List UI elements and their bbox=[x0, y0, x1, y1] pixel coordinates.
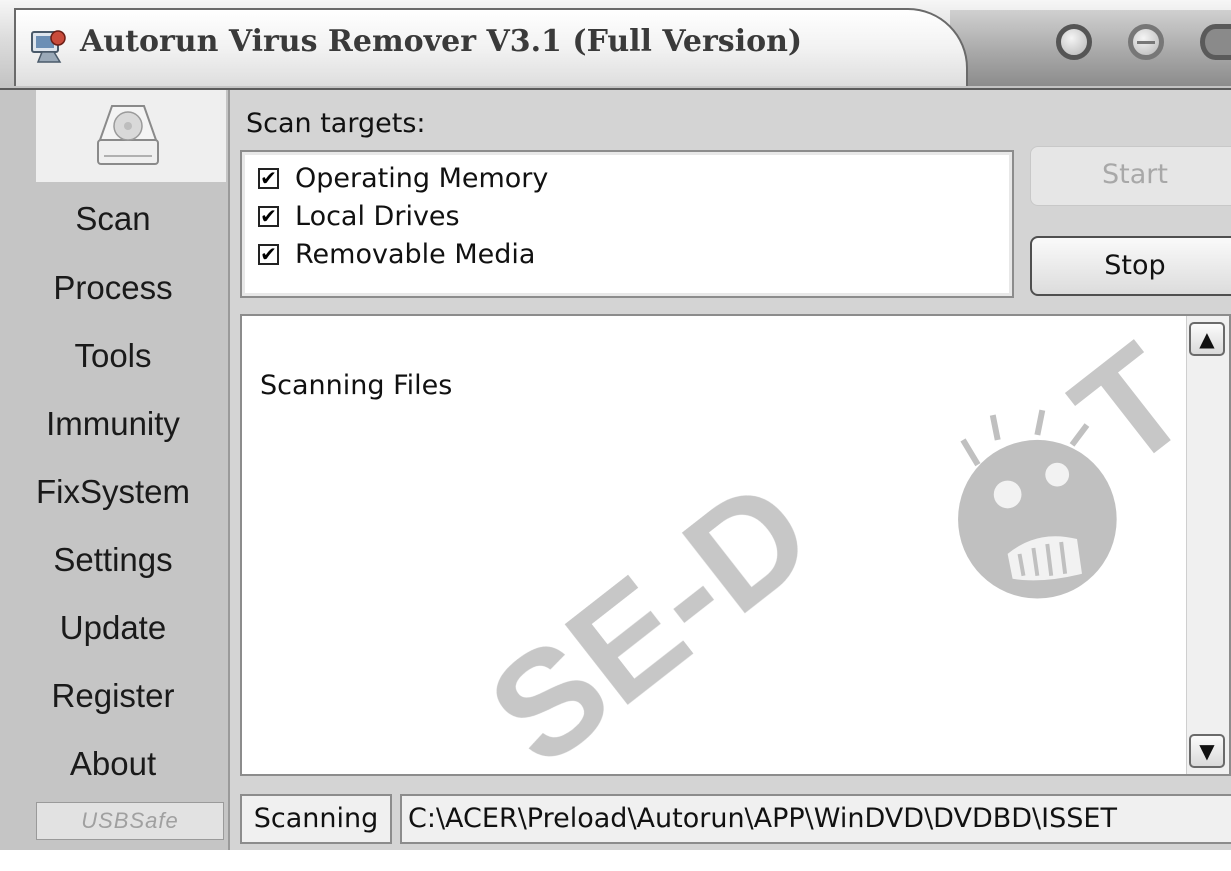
scroll-down-icon[interactable]: ▼ bbox=[1189, 734, 1225, 768]
usbsafe-logo[interactable]: USBSafe bbox=[36, 802, 224, 840]
target-removable-media[interactable]: ✔ Removable Media bbox=[258, 236, 535, 272]
status-path: C:\ACER\Preload\Autorun\APP\WinDVD\DVDBD… bbox=[400, 794, 1231, 844]
sidebar-item-update[interactable]: Update bbox=[0, 595, 226, 661]
watermark-text: SE-D bbox=[459, 447, 842, 774]
sidebar-item-register[interactable]: Register bbox=[0, 663, 226, 729]
scan-targets-label: Scan targets: bbox=[246, 108, 426, 139]
app-window: Autorun Virus Remover V3.1 (Full Version… bbox=[0, 0, 1231, 850]
scroll-up-icon[interactable]: ▲ bbox=[1189, 322, 1225, 356]
sidebar-item-fixsystem[interactable]: FixSystem bbox=[0, 459, 226, 525]
title-bar[interactable]: Autorun Virus Remover V3.1 (Full Version… bbox=[0, 0, 1231, 90]
checkbox-operating-memory[interactable]: ✔ bbox=[258, 167, 279, 189]
sidebar-item-scan[interactable]: Scan bbox=[0, 186, 226, 252]
target-label: Local Drives bbox=[295, 200, 460, 232]
stop-button[interactable]: Stop bbox=[1030, 236, 1231, 296]
checkbox-removable-media[interactable]: ✔ bbox=[258, 243, 279, 265]
window-title: Autorun Virus Remover V3.1 (Full Version… bbox=[80, 24, 803, 59]
sidebar-item-tools[interactable]: Tools bbox=[0, 323, 226, 389]
minimize-icon[interactable] bbox=[1056, 24, 1092, 60]
main-panel: Scan targets: ✔ Operating Memory ✔ Local… bbox=[230, 90, 1231, 850]
sidebar-item-process[interactable]: Process bbox=[0, 255, 226, 321]
sidebar-item-about[interactable]: About bbox=[0, 731, 226, 797]
drive-icon bbox=[97, 105, 159, 165]
target-local-drives[interactable]: ✔ Local Drives bbox=[258, 198, 460, 234]
sidebar: Scan Process Tools Immunity FixSystem Se… bbox=[0, 90, 230, 850]
sidebar-item-settings[interactable]: Settings bbox=[0, 527, 226, 593]
target-operating-memory[interactable]: ✔ Operating Memory bbox=[258, 160, 548, 196]
scan-log[interactable]: SE-D T Scanning Files ▲ ▼ bbox=[240, 314, 1231, 776]
start-button[interactable]: Start bbox=[1030, 146, 1231, 206]
scan-log-text: Scanning Files bbox=[260, 370, 453, 401]
app-icon bbox=[31, 30, 66, 63]
log-scrollbar[interactable]: ▲ ▼ bbox=[1186, 316, 1229, 774]
target-label: Removable Media bbox=[295, 238, 536, 270]
status-label: Scanning bbox=[240, 794, 392, 844]
checkbox-local-drives[interactable]: ✔ bbox=[258, 205, 279, 227]
sidebar-item-immunity[interactable]: Immunity bbox=[0, 391, 226, 457]
scan-targets-list: ✔ Operating Memory ✔ Local Drives ✔ Remo… bbox=[240, 150, 1014, 298]
target-label: Operating Memory bbox=[295, 162, 549, 194]
maximize-icon[interactable] bbox=[1128, 24, 1164, 60]
close-icon[interactable] bbox=[1200, 24, 1231, 60]
